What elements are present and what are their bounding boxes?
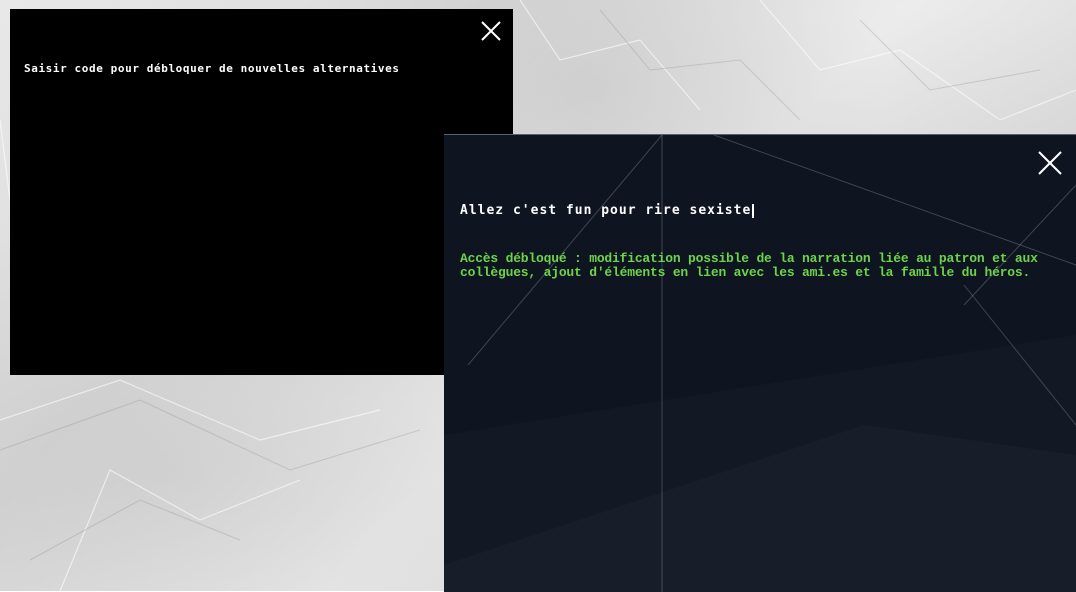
code-entry-prompt: Saisir code pour débloquer de nouvelles … (24, 62, 400, 75)
text-cursor (752, 203, 755, 218)
entered-code-text: Allez c'est fun pour rire sexiste (460, 203, 752, 218)
code-input-field[interactable]: Allez c'est fun pour rire sexiste (460, 203, 755, 218)
code-entry-window: Saisir code pour débloquer de nouvelles … (10, 9, 513, 375)
close-icon[interactable] (479, 19, 503, 43)
result-window: Allez c'est fun pour rire sexiste Accès … (444, 134, 1076, 592)
close-icon[interactable] (1036, 149, 1064, 177)
unlocked-message: Accès débloqué : modification possible d… (460, 251, 1038, 280)
